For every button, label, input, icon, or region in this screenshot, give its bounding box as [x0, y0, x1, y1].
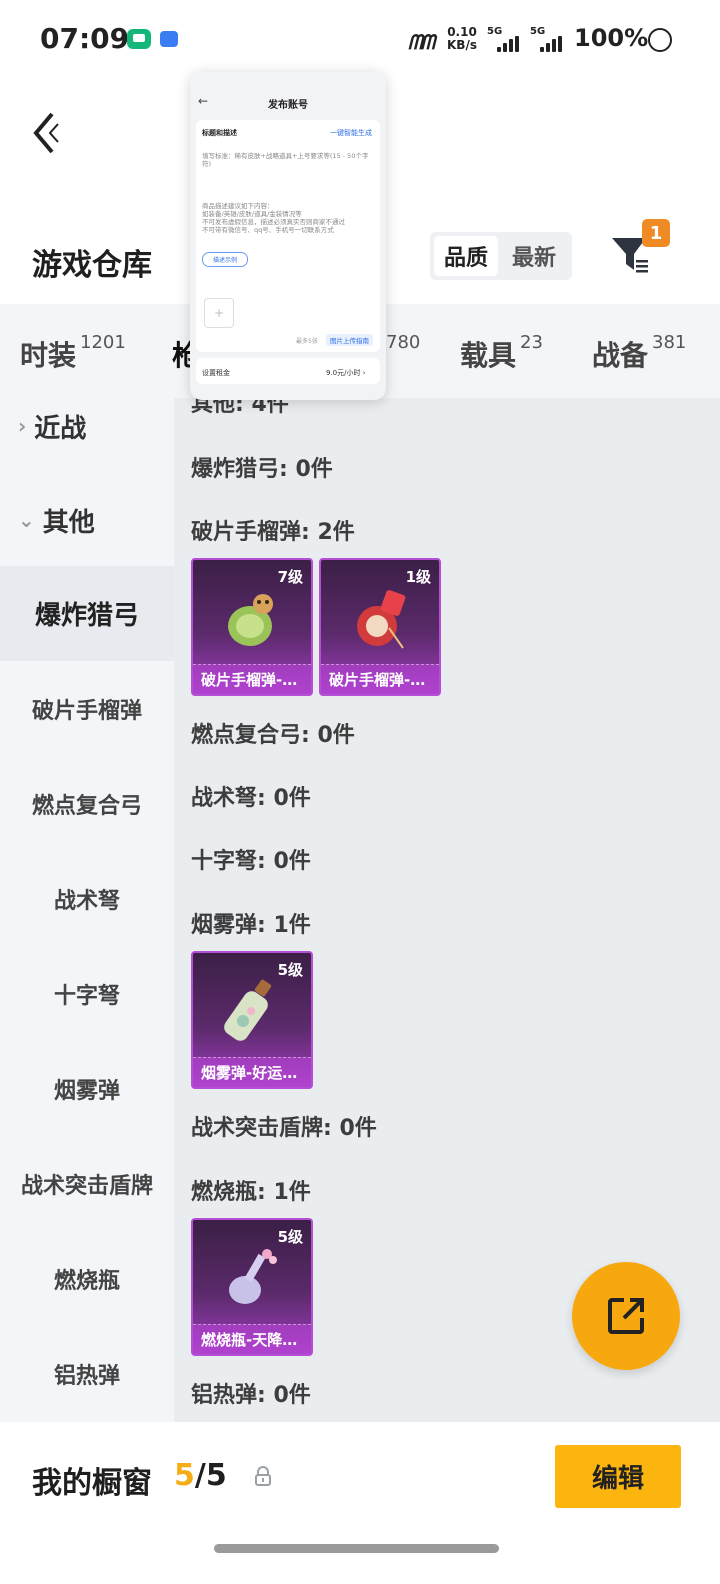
- floating-window-preview[interactable]: ← 发布账号 标题和描述 一键智能生成 填写标准：稀有皮肤+战略道具+上号要求等…: [190, 72, 386, 400]
- preview-section-label: 标题和描述: [202, 129, 237, 137]
- message-notification-icon: [160, 31, 178, 47]
- preview-hint: 商品描述建议如下内容：: [202, 202, 274, 210]
- sort-toggle: 品质 最新: [430, 232, 572, 280]
- ai-generate-link[interactable]: 一键智能生成: [330, 128, 372, 138]
- smoke-bottle-image: [224, 979, 272, 1041]
- tab-fashion[interactable]: 时装 1201: [20, 332, 126, 374]
- sidebar-item-thermite[interactable]: 铝热弹: [0, 1326, 174, 1421]
- battery-level: 100%: [574, 24, 649, 52]
- battery-ring-icon: [648, 28, 672, 52]
- section-header: 烟雾弹: 1件: [191, 913, 311, 938]
- sidebar-item-molotov[interactable]: 燃烧瓶: [0, 1231, 174, 1326]
- lock-icon: [254, 1466, 272, 1486]
- rent-label: 设置租金: [202, 369, 230, 377]
- max-images-label: 最多5张: [296, 338, 318, 345]
- edit-button[interactable]: 编辑: [555, 1445, 681, 1508]
- sort-quality-button[interactable]: 品质: [434, 236, 498, 276]
- upload-guide-link[interactable]: 图片上传指南: [326, 334, 373, 346]
- app-notification-icon: [127, 29, 151, 49]
- item-name: 烟雾弹-好运…: [193, 1057, 311, 1087]
- section-header: 战术弩: 0件: [191, 786, 311, 811]
- item-name: 破片手榴弹-…: [193, 664, 311, 694]
- item-card[interactable]: 1级 破片手榴弹-…: [319, 558, 441, 696]
- molotov-bottle-image: [229, 1249, 277, 1304]
- tab-vehicles[interactable]: 载具 23: [460, 332, 543, 374]
- sidebar-item-smoke-grenade[interactable]: 烟雾弹: [0, 1041, 174, 1136]
- preview-hint: 填写标准：稀有皮肤+战略道具+上号要求等(15 - 50个字符): [202, 152, 369, 168]
- my-showcase-label: 我的橱窗: [32, 1466, 152, 1501]
- item-name: 燃烧瓶-天降…: [193, 1324, 311, 1354]
- nfc-icon: ᗰᗰ: [408, 30, 435, 54]
- signal-icon: [497, 36, 523, 52]
- rent-price: 9.0元/小时 ›: [326, 369, 366, 377]
- preview-title: 发布账号: [268, 100, 308, 111]
- section-header: 战术突击盾牌: 0件: [191, 1116, 377, 1141]
- section-header: 燃烧瓶: 1件: [191, 1180, 311, 1205]
- showcase-count: 5/5: [174, 1458, 227, 1493]
- section-header-other: 其他: 4件: [191, 398, 289, 417]
- preview-hint: 如装备/英雄/皮肤/道具/金装情况等: [202, 210, 302, 218]
- share-button[interactable]: [572, 1262, 680, 1370]
- sidebar-group-other[interactable]: ⌄ 其他: [0, 490, 174, 550]
- sidebar-group-melee[interactable]: › 近战: [0, 398, 174, 454]
- share-icon: [608, 1298, 644, 1334]
- status-bar: 07:09 ᗰᗰ 0.10 KB/s 5G 5G 100%: [0, 0, 720, 80]
- section-header: 十字弩: 0件: [191, 849, 311, 874]
- filter-count-badge: 1: [642, 219, 670, 247]
- sidebar-item-assault-shield[interactable]: 战术突击盾牌: [0, 1136, 174, 1231]
- sidebar-item-explosive-bow[interactable]: 爆炸猎弓: [0, 566, 174, 661]
- item-card[interactable]: 5级 燃烧瓶-天降…: [191, 1218, 313, 1356]
- signal-icon-2: [540, 36, 566, 52]
- page-title: 游戏仓库: [32, 248, 152, 283]
- grenade-green-image: [228, 594, 273, 646]
- sort-latest-button[interactable]: 最新: [502, 236, 566, 276]
- desc-example-chip[interactable]: 描述示例: [202, 252, 248, 267]
- chevron-down-icon: ⌄: [18, 508, 35, 532]
- section-header: 铝热弹: 0件: [191, 1383, 311, 1408]
- chevron-right-icon: ›: [18, 414, 27, 438]
- sidebar-item-frag-grenade[interactable]: 破片手榴弹: [0, 661, 174, 756]
- status-time: 07:09: [40, 22, 130, 55]
- add-image-icon[interactable]: +: [204, 298, 234, 328]
- item-card[interactable]: 5级 烟雾弹-好运…: [191, 951, 313, 1089]
- tab-equipment[interactable]: 战备 381: [592, 332, 686, 374]
- sidebar-item-crossbow[interactable]: 十字弩: [0, 946, 174, 1041]
- back-icon[interactable]: [28, 110, 68, 156]
- item-card[interactable]: 7级 破片手榴弹-…: [191, 558, 313, 696]
- sidebar: › 近战 ⌄ 其他 爆炸猎弓 破片手榴弹 燃点复合弓 战术弩 十字弩 烟雾弹 战术突…: [0, 398, 174, 1422]
- sidebar-item-compound-bow[interactable]: 燃点复合弓: [0, 756, 174, 851]
- network-speed: 0.10 KB/s: [447, 25, 477, 52]
- tab-hidden[interactable]: 780: [382, 332, 420, 367]
- item-name: 破片手榴弹-…: [321, 664, 439, 694]
- home-indicator[interactable]: [214, 1544, 499, 1553]
- section-header: 破片手榴弹: 2件: [191, 520, 355, 545]
- section-header: 燃点复合弓: 0件: [191, 723, 355, 748]
- preview-hint: 不可带有微信号、qq号、手机号一切联系方式: [202, 226, 334, 234]
- sidebar-item-tactical-crossbow[interactable]: 战术弩: [0, 851, 174, 946]
- section-header: 爆炸猎弓: 0件: [191, 457, 333, 482]
- preview-hint: 不可发布虚假信息，描述必须真实否则商家不通过: [202, 218, 345, 226]
- grenade-red-image: [357, 590, 406, 649]
